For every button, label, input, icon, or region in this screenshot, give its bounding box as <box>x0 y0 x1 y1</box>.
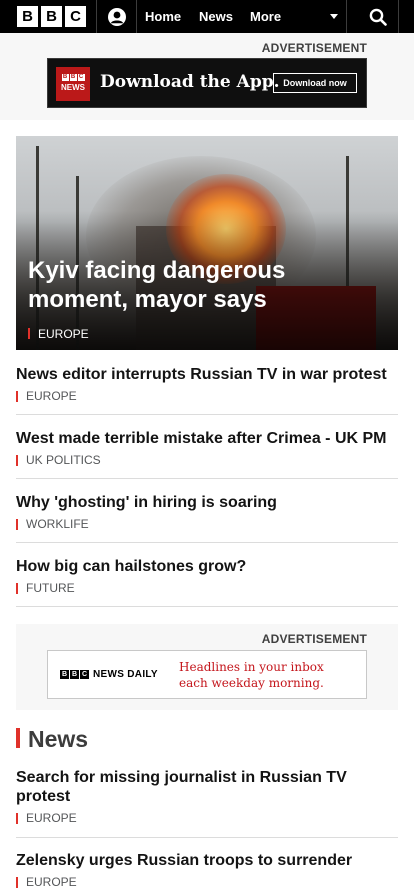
story-tag[interactable]: EUROPE <box>16 875 398 889</box>
bbc-news-badge: B B C NEWS <box>56 67 90 101</box>
hero-image-gradient <box>16 136 398 350</box>
app-download-ad[interactable]: B B C NEWS Download the App. Download no… <box>47 58 367 108</box>
ad-title: Download the App. <box>100 72 280 92</box>
hero-story[interactable]: Kyiv facing dangerous moment, mayor says… <box>16 136 398 350</box>
badge-letter: B <box>61 74 69 81</box>
story-tag[interactable]: WORKLIFE <box>16 517 398 531</box>
story-tag[interactable]: EUROPE <box>16 811 398 825</box>
bbc-news-daily-logo: B B C NEWS DAILY <box>60 669 158 680</box>
logo-letter: B <box>41 6 62 27</box>
story-item[interactable]: How big can hailstones grow? FUTURE <box>16 557 398 595</box>
nav-more-link[interactable]: More <box>250 0 281 33</box>
story-item[interactable]: Why 'ghosting' in hiring is soaring WORK… <box>16 493 398 531</box>
story-headline[interactable]: West made terrible mistake after Crimea … <box>16 429 398 448</box>
story-item[interactable]: Zelensky urges Russian troops to surrend… <box>16 851 398 889</box>
logo-letter: B <box>60 670 69 679</box>
ad-slot-top: ADVERTISEMENT B B C NEWS Download the Ap… <box>0 33 414 120</box>
ad-copy-line: Headlines in your inbox <box>179 660 324 674</box>
ad-slot-mid: ADVERTISEMENT B B C NEWS DAILY Headlines… <box>16 624 398 710</box>
logo-letter: C <box>80 670 89 679</box>
story-headline[interactable]: Zelensky urges Russian troops to surrend… <box>16 851 398 870</box>
chevron-down-icon[interactable] <box>330 14 338 19</box>
badge-letter: B <box>69 74 77 81</box>
logo-text: NEWS DAILY <box>93 669 158 680</box>
section-heading-news[interactable]: News <box>16 726 88 752</box>
badge-text: NEWS <box>61 83 85 92</box>
nav-divider <box>96 0 97 33</box>
download-now-button[interactable]: Download now <box>273 73 357 93</box>
logo-letter: B <box>70 670 79 679</box>
logo-letter: C <box>65 6 86 27</box>
story-item[interactable]: Search for missing journalist in Russian… <box>16 768 398 825</box>
hero-headline[interactable]: Kyiv facing dangerous moment, mayor says <box>28 256 358 314</box>
divider <box>16 606 398 607</box>
story-tag[interactable]: UK POLITICS <box>16 453 398 467</box>
ad-copy: Headlines in your inbox each weekday mor… <box>179 659 324 691</box>
section-title[interactable]: News <box>28 726 88 752</box>
story-headline[interactable]: How big can hailstones grow? <box>16 557 398 576</box>
nav-home-link[interactable]: Home <box>145 0 181 33</box>
nav-divider <box>398 0 399 33</box>
divider <box>16 542 398 543</box>
story-headline[interactable]: News editor interrupts Russian TV in war… <box>16 365 398 384</box>
nav-divider <box>346 0 347 33</box>
story-headline[interactable]: Why 'ghosting' in hiring is soaring <box>16 493 398 512</box>
bbc-logo[interactable]: B B C <box>17 6 86 27</box>
user-icon[interactable] <box>104 6 129 27</box>
search-icon[interactable] <box>366 5 390 29</box>
story-headline[interactable]: Search for missing journalist in Russian… <box>16 768 398 806</box>
divider <box>16 837 398 838</box>
story-tag[interactable]: EUROPE <box>16 389 398 403</box>
story-tag[interactable]: FUTURE <box>16 581 398 595</box>
nav-divider <box>136 0 137 33</box>
advertisement-label: ADVERTISEMENT <box>261 632 367 646</box>
divider <box>16 414 398 415</box>
story-item[interactable]: West made terrible mistake after Crimea … <box>16 429 398 467</box>
ad-copy-line: each weekday morning. <box>179 676 324 690</box>
story-item[interactable]: News editor interrupts Russian TV in war… <box>16 365 398 403</box>
hero-tag[interactable]: EUROPE <box>28 327 89 341</box>
news-daily-ad[interactable]: B B C NEWS DAILY Headlines in your inbox… <box>47 650 367 699</box>
top-nav: B B C Home News More <box>0 0 414 33</box>
divider <box>16 478 398 479</box>
logo-letter: B <box>17 6 38 27</box>
nav-news-link[interactable]: News <box>199 0 233 33</box>
badge-letter: C <box>77 74 85 81</box>
advertisement-label: ADVERTISEMENT <box>261 41 367 55</box>
